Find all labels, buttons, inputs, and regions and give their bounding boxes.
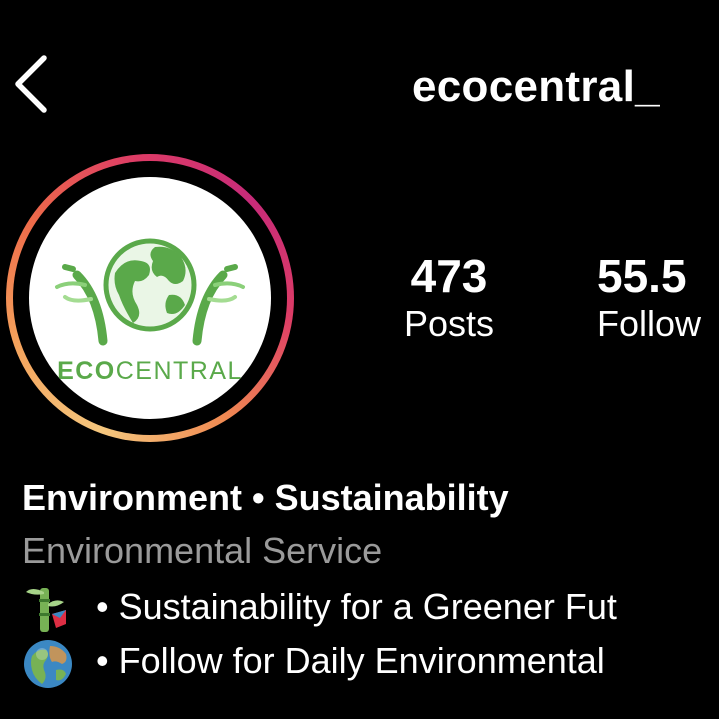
followers-label: Follow [597,303,702,344]
bio-line-text: • Sustainability for a Greener Fut [96,586,617,627]
profile-username: ecocentral_ [412,62,660,111]
profile-avatar-story-ring[interactable]: ECOCENTRAL [6,154,294,442]
logo-wordmark: ECOCENTRAL [57,357,243,385]
story-ring-gap: ECOCENTRAL [13,161,287,435]
bio-category[interactable]: Environmental Service [22,522,719,580]
profile-bio: Environment • Sustainability Environment… [22,474,719,688]
followers-stat[interactable]: 55.5 Follow [597,250,701,346]
posts-count: 473 [410,250,488,302]
bio-line-text: • Follow for Daily Environmental [96,640,605,681]
chevron-left-icon [15,55,47,113]
top-bar: ecocentral_ [0,0,719,180]
back-button[interactable] [10,52,54,116]
bio-display-name: Environment • Sustainability [22,477,509,518]
posts-stat[interactable]: 473 Posts [392,250,506,346]
bamboo-emoji-icon [26,588,66,632]
followers-count: 55.5 [597,250,687,302]
avatar: ECOCENTRAL [29,177,271,419]
bio-line: • Follow for Daily Environmental [22,634,719,688]
globe-emoji-icon [24,640,72,688]
posts-label: Posts [403,303,495,344]
bio-line: • Sustainability for a Greener Fut [22,580,719,634]
